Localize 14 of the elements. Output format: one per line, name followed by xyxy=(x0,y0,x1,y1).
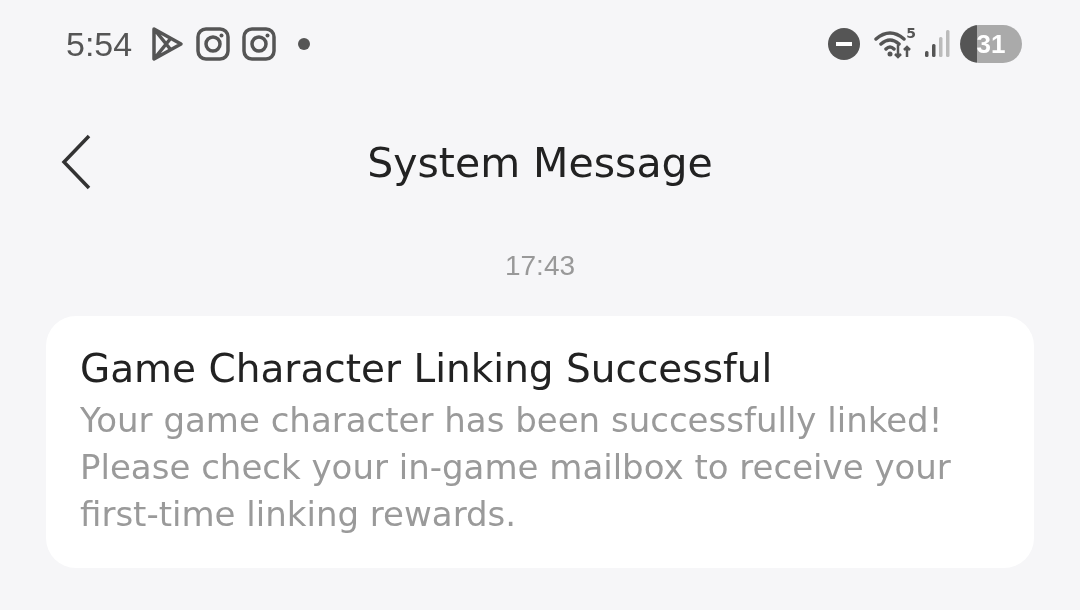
message-body: Your game character has been successfully linked! Please check your in-game mailbox to receive your first-time linking rewards. xyxy=(80,399,952,536)
wifi-generation-label: 5 xyxy=(906,25,916,41)
dot-icon xyxy=(298,38,311,50)
camera-app-icon xyxy=(196,27,231,61)
page-title: System Message xyxy=(367,139,713,187)
status-time: 5:54 xyxy=(66,24,133,64)
back-icon[interactable] xyxy=(60,134,92,190)
play-store-icon xyxy=(150,26,185,62)
do-not-disturb-icon xyxy=(828,28,860,60)
camera-app-icon xyxy=(242,27,277,61)
message-timestamp: 17:43 xyxy=(503,250,577,282)
message-title: Game Character Linking Successful xyxy=(80,346,774,391)
battery-indicator: 31 xyxy=(960,25,1022,63)
signal-icon xyxy=(924,29,950,59)
